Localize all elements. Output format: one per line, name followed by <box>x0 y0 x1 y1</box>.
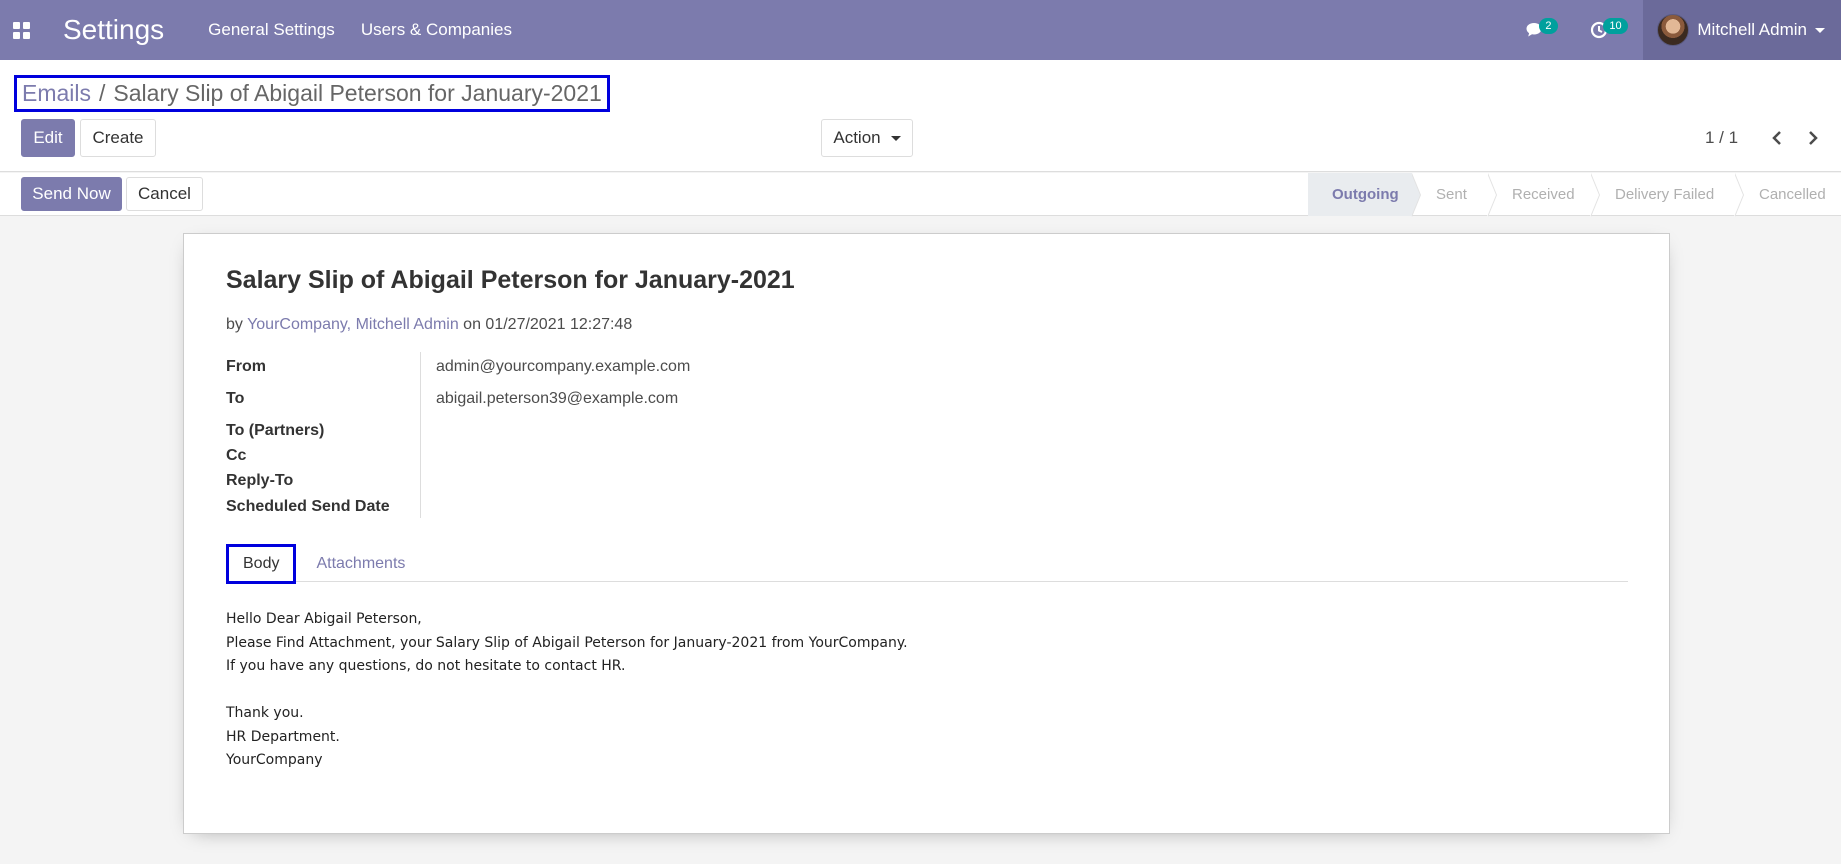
body-line: HR Department. <box>226 728 340 745</box>
messages-count-badge: 2 <box>1539 18 1558 34</box>
send-now-button[interactable]: Send Now <box>21 177 122 211</box>
field-scheduled-date: Scheduled Send Date <box>226 498 436 516</box>
body-line: If you have any questions, do not hesita… <box>226 658 626 674</box>
field-label-reply-to: Reply-To <box>226 472 294 489</box>
field-reply-to: Reply-To <box>226 472 436 490</box>
messages-button[interactable]: 2 <box>1515 0 1558 60</box>
email-subject: Salary Slip of Abigail Peterson for Janu… <box>226 266 795 294</box>
body-line: Hello Dear Abigail Peterson, <box>226 611 422 627</box>
edit-button[interactable]: Edit <box>21 119 75 157</box>
tab-attachments[interactable]: Attachments <box>302 544 419 584</box>
authors-link[interactable]: YourCompany, Mitchell Admin <box>247 316 459 333</box>
field-to-partners: To (Partners) <box>226 422 436 440</box>
field-value-from: admin@yourcompany.example.com <box>436 358 691 375</box>
form-statusbar: Send Now Cancel Outgoing Sent Received D… <box>0 173 1841 217</box>
notebook-tabs: Body Attachments <box>226 544 1628 584</box>
breadcrumb-emails-link[interactable]: Emails <box>22 80 91 107</box>
pager-previous-button[interactable] <box>1764 124 1790 152</box>
user-name: Mitchell Admin <box>1697 20 1807 39</box>
cancel-button[interactable]: Cancel <box>126 177 203 211</box>
form-content: Salary Slip of Abigail Peterson for Janu… <box>0 217 1841 847</box>
email-date: 01/27/2021 12:27:48 <box>485 316 633 333</box>
field-label-to: To <box>226 390 245 407</box>
menu-users-companies[interactable]: Users & Companies <box>361 20 512 40</box>
field-label-from: From <box>226 358 266 375</box>
tab-body[interactable]: Body <box>226 544 297 584</box>
apps-menu-icon[interactable] <box>0 0 42 60</box>
user-menu[interactable]: Mitchell Admin <box>1643 0 1841 60</box>
caret-down-icon <box>890 135 901 141</box>
status-steps: Outgoing Sent Received Delivery Failed C… <box>1308 173 1841 217</box>
chevron-left-icon <box>1772 131 1781 145</box>
email-body: Hello Dear Abigail Peterson, Please Find… <box>226 608 908 773</box>
control-panel: Emails / Salary Slip of Abigail Peterson… <box>0 60 1841 172</box>
field-cc: Cc <box>226 447 436 465</box>
create-button[interactable]: Create <box>80 119 156 157</box>
body-line: YourCompany <box>226 752 323 768</box>
chevron-down-icon <box>1815 27 1825 33</box>
by-label: by <box>226 316 243 333</box>
pager-next-button[interactable] <box>1800 124 1826 152</box>
field-value-to: abigail.peterson39@example.com <box>436 390 679 407</box>
action-dropdown[interactable]: Action <box>821 119 913 157</box>
email-byline: by YourCompany, Mitchell Admin on 01/27/… <box>226 316 632 334</box>
status-cancelled[interactable]: Cancelled <box>1735 173 1841 216</box>
chevron-right-icon <box>1809 131 1818 145</box>
field-label-scheduled-date: Scheduled Send Date <box>226 498 390 515</box>
action-label: Action <box>833 128 881 147</box>
body-line: Please Find Attachment, your Salary Slip… <box>226 634 908 651</box>
body-blank-line <box>226 679 908 703</box>
breadcrumb-current: Salary Slip of Abigail Peterson for Janu… <box>113 80 602 106</box>
field-to: To abigail.peterson39@example.com <box>226 390 678 408</box>
status-sent[interactable]: Sent <box>1412 173 1497 217</box>
breadcrumb: Emails / Salary Slip of Abigail Peterson… <box>14 75 610 112</box>
breadcrumb-separator: / <box>99 80 106 106</box>
on-label: on <box>463 316 481 333</box>
field-label-cc: Cc <box>226 447 247 464</box>
top-navbar: Settings General Settings Users & Compan… <box>0 0 1841 60</box>
menu-general-settings[interactable]: General Settings <box>208 20 335 40</box>
form-sheet: Salary Slip of Abigail Peterson for Janu… <box>183 233 1670 834</box>
status-delivery-failed[interactable]: Delivery Failed <box>1591 173 1744 217</box>
pager-value[interactable]: 1 / 1 <box>1705 128 1738 148</box>
user-avatar <box>1657 14 1690 46</box>
status-outgoing[interactable]: Outgoing <box>1308 173 1421 217</box>
field-label-to-partners: To (Partners) <box>226 422 325 439</box>
app-title: Settings <box>63 14 165 45</box>
activities-count-badge: 10 <box>1603 18 1628 34</box>
body-line: Thank you. <box>226 705 304 721</box>
activities-button[interactable]: 10 <box>1579 0 1628 60</box>
field-from: From admin@yourcompany.example.com <box>226 358 690 376</box>
status-received[interactable]: Received <box>1488 173 1600 217</box>
